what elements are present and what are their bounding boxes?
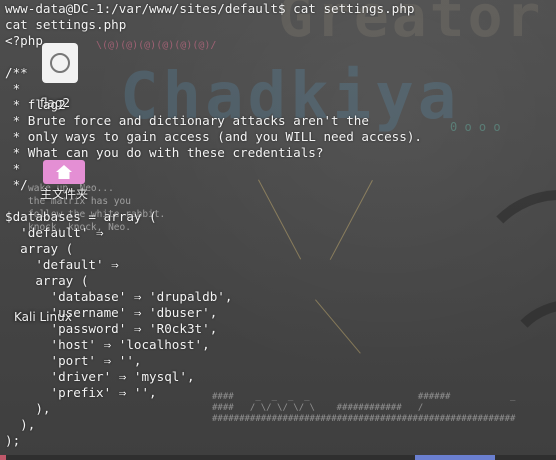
- terminal-line: 'prefix' ⇒ '',: [5, 385, 157, 400]
- terminal-output[interactable]: www-data@DC-1:/var/www/sites/default$ ca…: [5, 1, 422, 449]
- terminal-line: 'host' ⇒ 'localhost',: [5, 337, 210, 352]
- terminal-line: * Brute force and dictionary attacks are…: [5, 113, 369, 128]
- wallpaper-bottom-accent: [415, 455, 495, 460]
- terminal-line: www-data@DC-1:/var/www/sites/default$ ca…: [5, 1, 415, 16]
- terminal-line: /**: [5, 65, 28, 80]
- terminal-line: array (: [5, 273, 89, 288]
- terminal-line: <?php: [5, 33, 43, 48]
- terminal-line: * What can you do with these credentials…: [5, 145, 324, 160]
- terminal-line: array (: [5, 241, 74, 256]
- terminal-line: cat settings.php: [5, 17, 127, 32]
- desktop: Greator Chadkiya \(@)(@)(@)(@)(@)(@)/ 0 …: [0, 0, 556, 460]
- terminal-line: 'driver' ⇒ 'mysql',: [5, 369, 195, 384]
- terminal-line: 'database' ⇒ 'drupaldb',: [5, 289, 233, 304]
- terminal-line: 'default' ⇒: [5, 257, 119, 272]
- terminal-line: 'default' ⇒: [5, 225, 104, 240]
- terminal-line: $databases = array (: [5, 209, 157, 224]
- terminal-line: 'password' ⇒ 'R0ck3t',: [5, 321, 218, 336]
- terminal-line: 'port' ⇒ '',: [5, 353, 142, 368]
- terminal-line: *: [5, 81, 21, 96]
- terminal-line: ),: [5, 417, 36, 432]
- wallpaper-green-art: 0 o o o: [450, 120, 501, 134]
- wallpaper-bottom-accent: [0, 455, 6, 460]
- terminal-line: 'username' ⇒ 'dbuser',: [5, 305, 218, 320]
- terminal-line: * only ways to gain access (and you WILL…: [5, 129, 423, 144]
- terminal-line: ),: [5, 401, 51, 416]
- terminal-line: *: [5, 161, 21, 176]
- terminal-line: */: [5, 177, 28, 192]
- terminal-line: * flag2: [5, 97, 66, 112]
- terminal-line: );: [5, 433, 21, 448]
